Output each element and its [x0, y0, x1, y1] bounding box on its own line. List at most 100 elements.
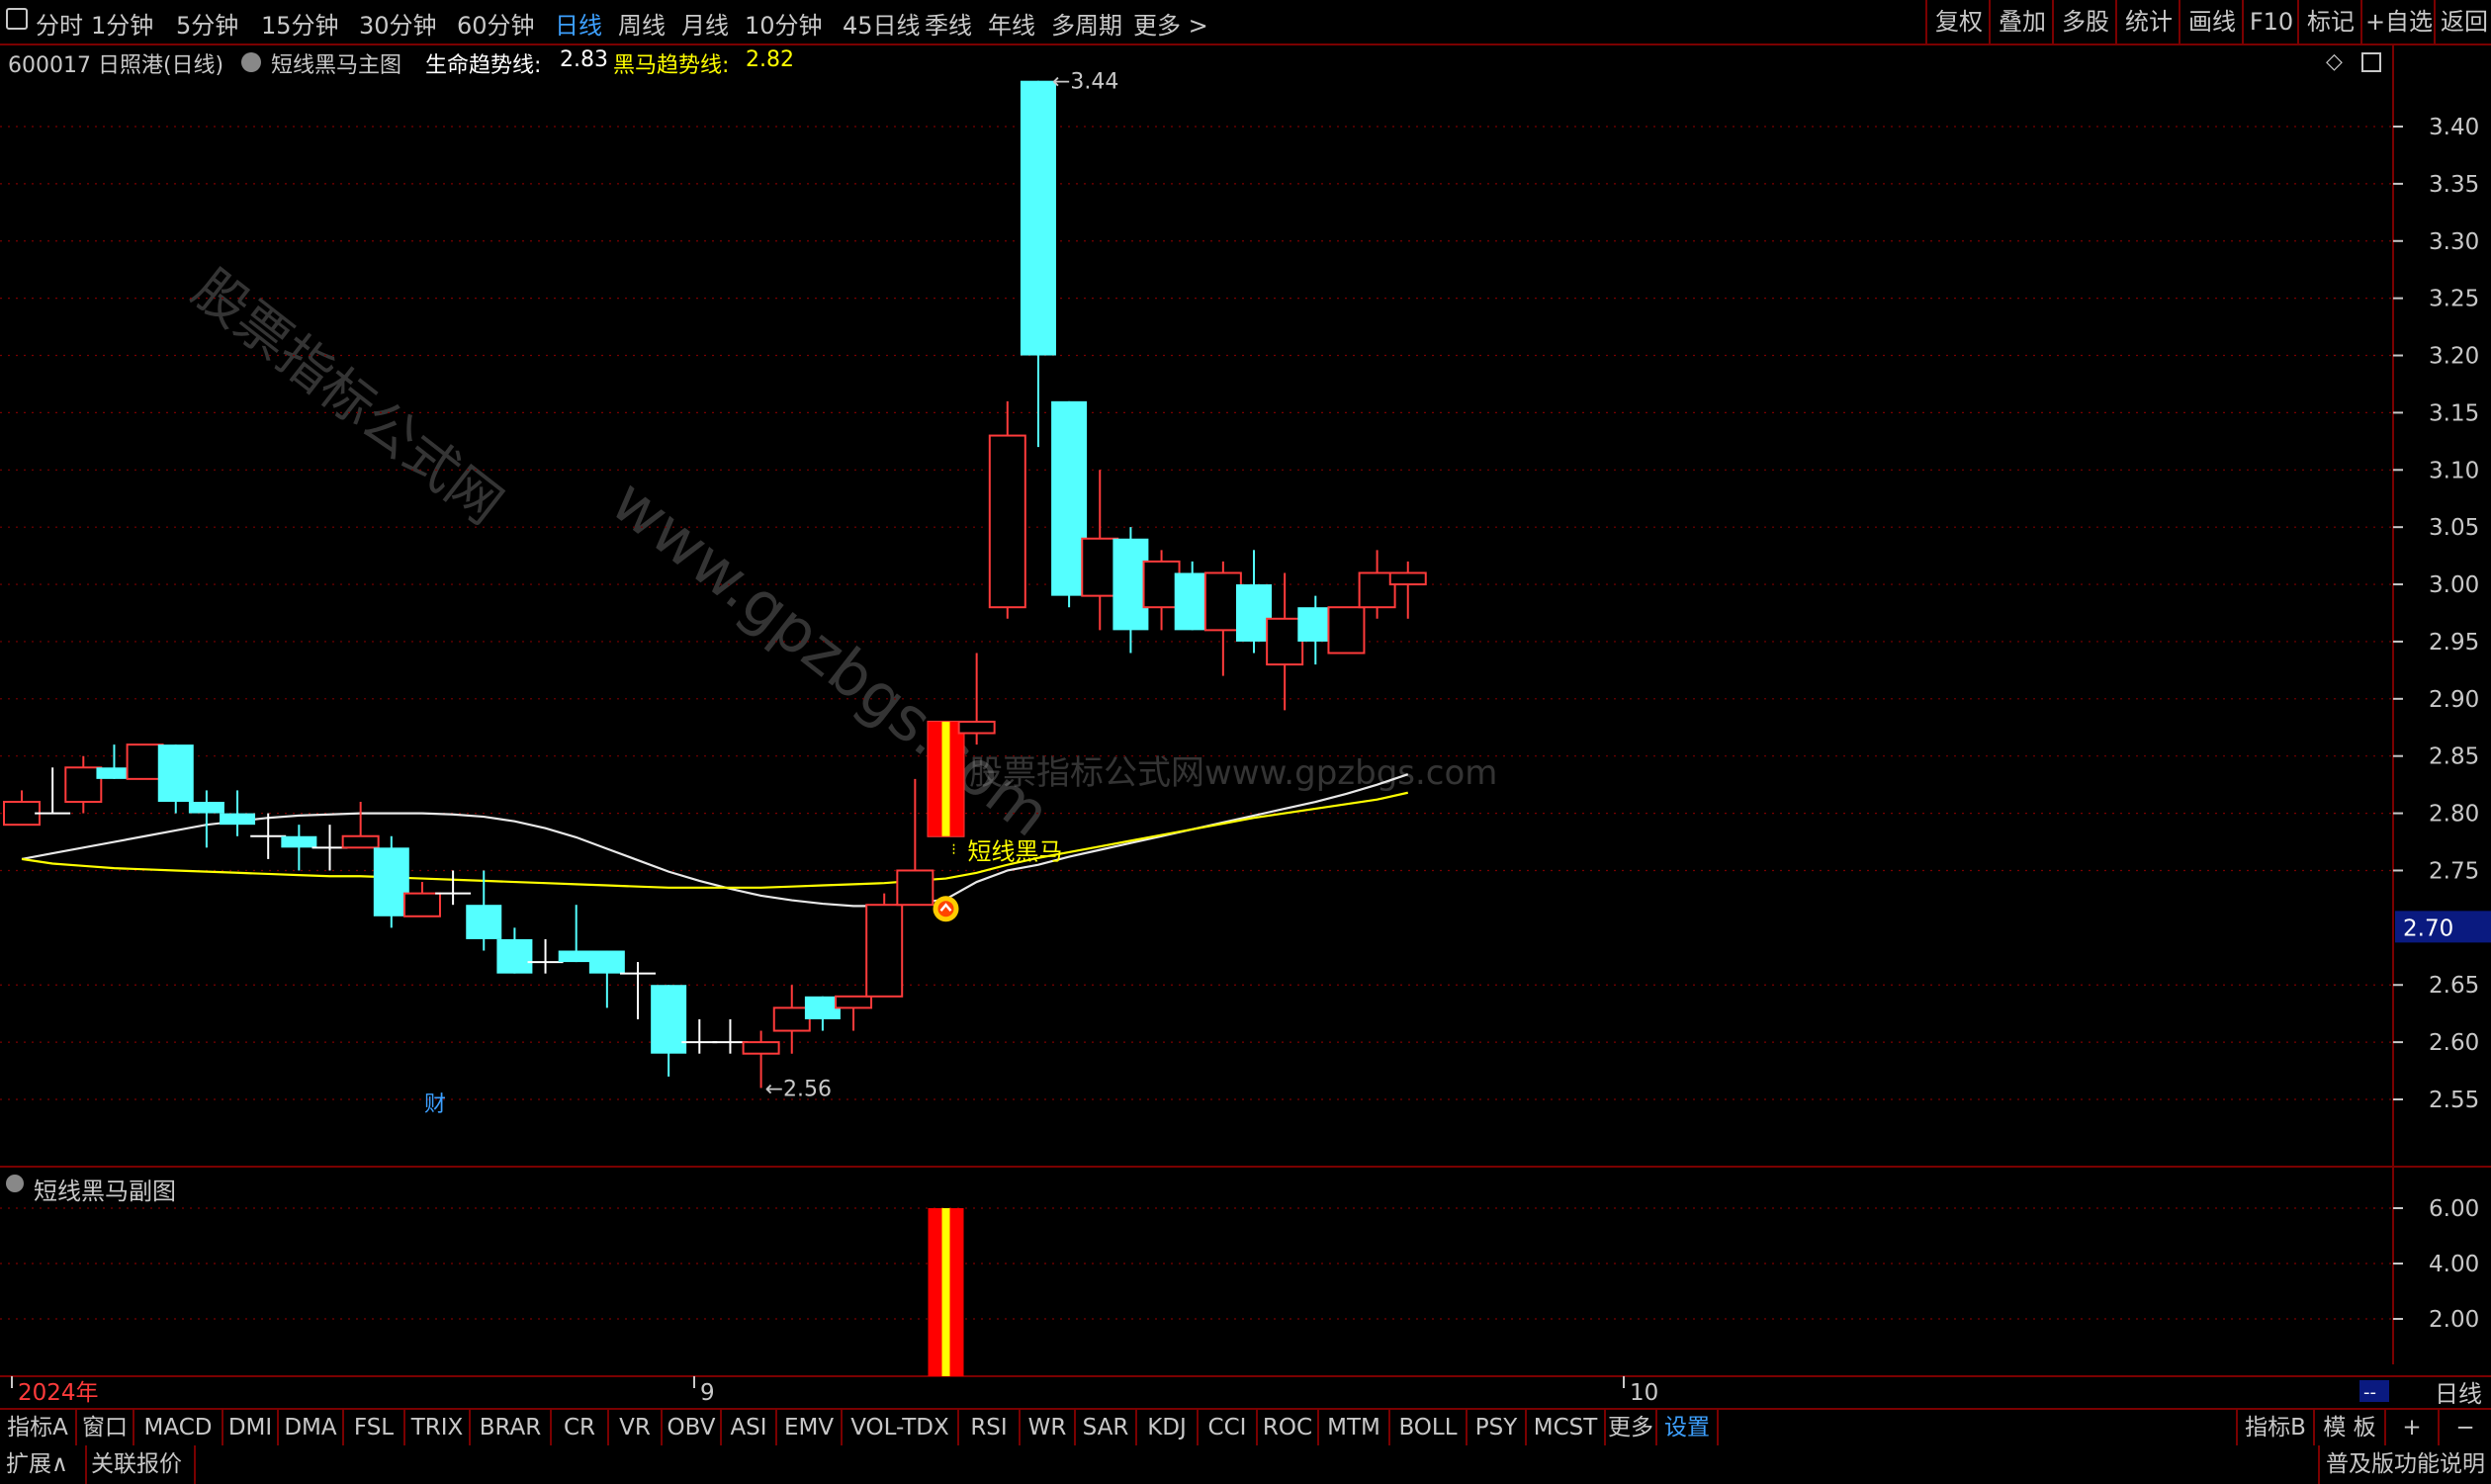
period-tab-3[interactable]: 15分钟	[261, 6, 339, 41]
candle-body	[772, 1006, 811, 1032]
indicator-tab-21[interactable]: BOLL	[1390, 1410, 1468, 1445]
toolbar-button-0[interactable]: 复权	[1925, 0, 1991, 44]
candle-body	[1020, 80, 1056, 356]
toolbar-button-8[interactable]: 返回	[2434, 0, 2491, 44]
candle	[835, 995, 873, 1031]
candle-body	[1388, 571, 1427, 586]
period-tab-10[interactable]: 45日线	[843, 6, 921, 41]
sub-tick-label: 2.00	[2429, 1307, 2479, 1333]
indicator-tab-9[interactable]: VR	[609, 1410, 663, 1445]
subchart-dropdown-icon[interactable]	[6, 1175, 24, 1192]
related-quotes-button[interactable]: 关联报价	[87, 1445, 196, 1484]
period-tab-4[interactable]: 30分钟	[359, 6, 437, 41]
period-tab-6[interactable]: 日线	[555, 6, 602, 41]
toolbar-button-2[interactable]: 多股	[2052, 0, 2117, 44]
candle	[220, 790, 256, 836]
edition-info[interactable]: 普及版功能说明	[2318, 1445, 2491, 1484]
indicator-tab-12[interactable]: EMV	[777, 1410, 843, 1445]
period-tab-9[interactable]: 10分钟	[745, 6, 823, 41]
candle	[681, 1018, 718, 1054]
indicator-tab-23[interactable]: MCST	[1527, 1410, 1606, 1445]
indicator-tab-11[interactable]: ASI	[722, 1410, 777, 1445]
candle-body	[281, 835, 317, 848]
current-price-label: 2.70	[2403, 916, 2453, 941]
candle-body	[188, 802, 224, 814]
price-tick-label: 3.20	[2429, 344, 2479, 370]
right-tab-3[interactable]: −	[2438, 1410, 2491, 1445]
expand-button[interactable]: 扩展∧	[0, 1445, 87, 1484]
period-tab-7[interactable]: 周线	[618, 6, 666, 41]
indicator-tab-17[interactable]: KDJ	[1137, 1410, 1199, 1445]
candle	[1327, 606, 1366, 655]
indicator-tab-18[interactable]: CCI	[1199, 1410, 1258, 1445]
indicator-tab-22[interactable]: PSY	[1468, 1410, 1527, 1445]
scroll-marker: --	[2363, 1382, 2376, 1403]
candle-body	[588, 950, 625, 974]
period-tab-2[interactable]: 5分钟	[176, 6, 238, 41]
price-tick-label: 3.40	[2429, 115, 2479, 140]
indicator-tab-20[interactable]: MTM	[1319, 1410, 1390, 1445]
candle	[1203, 561, 1242, 676]
toolbar-button-5[interactable]: F10	[2242, 0, 2299, 44]
toolbar-button-3[interactable]: 统计	[2115, 0, 2180, 44]
price-tick-label: 2.85	[2429, 744, 2479, 770]
candle	[496, 927, 533, 974]
right-tab-0[interactable]: 指标B	[2236, 1410, 2315, 1445]
period-tab-11[interactable]: 季线	[925, 6, 972, 41]
indicator-tab-5[interactable]: FSL	[344, 1410, 405, 1445]
right-tab-2[interactable]: +	[2384, 1410, 2440, 1445]
indicator-tab-3[interactable]: DMI	[223, 1410, 279, 1445]
candle	[1020, 80, 1056, 448]
period-tab-14[interactable]: 更多 >	[1133, 6, 1208, 41]
candle-body	[1266, 617, 1304, 666]
indicator-tab-15[interactable]: WR	[1021, 1410, 1076, 1445]
indicator-tab-1[interactable]: 窗口	[77, 1410, 134, 1445]
toolbar-button-4[interactable]: 画线	[2179, 0, 2244, 44]
date-label: 9	[700, 1380, 715, 1406]
candle	[927, 720, 965, 837]
candle-body	[1203, 571, 1242, 632]
sub-tick-label: 6.00	[2429, 1196, 2479, 1222]
toolbar-button-1[interactable]: 叠加	[1989, 0, 2054, 44]
kline-chart[interactable]: 3.40 3.35 3.30 3.25 3.20 3.15 3.10 3.05 3.00 2.95…	[0, 44, 2491, 1408]
date-label: 2024年	[18, 1380, 99, 1406]
price-tick-label: 3.35	[2429, 172, 2479, 198]
price-tick-label: 2.60	[2429, 1030, 2479, 1056]
right-tab-1[interactable]: 模 板	[2313, 1410, 2386, 1445]
period-tab-12[interactable]: 年线	[988, 6, 1035, 41]
subchart-title[interactable]: 短线黑马副图	[34, 1172, 176, 1206]
indicator-tab-24[interactable]: 更多	[1606, 1410, 1657, 1445]
candle-body	[957, 720, 996, 735]
candle	[64, 755, 103, 814]
period-tab-8[interactable]: 月线	[681, 6, 729, 41]
indicator-tab-16[interactable]: SAR	[1076, 1410, 1137, 1445]
period-tab-5[interactable]: 60分钟	[457, 6, 535, 41]
period-tab-0[interactable]: 分时	[36, 6, 83, 41]
candle	[126, 743, 164, 780]
layout-toggle-icon[interactable]	[6, 8, 28, 30]
indicator-tab-10[interactable]: OBV	[663, 1410, 722, 1445]
indicator-tab-13[interactable]: VOL-TDX	[843, 1410, 959, 1445]
indicator-tab-0[interactable]: 指标A	[0, 1410, 77, 1445]
indicator-tab-6[interactable]: TRIX	[405, 1410, 471, 1445]
candle-body	[835, 995, 873, 1009]
period-toolbar: 分时 1分钟 5分钟 15分钟 30分钟 60分钟 日线 周线 月线 10分钟 45日线 季线 年线 多周…	[0, 0, 2491, 45]
toolbar-button-6[interactable]: 标记	[2297, 0, 2362, 44]
indicator-tab-4[interactable]: DMA	[279, 1410, 344, 1445]
indicator-tab-2[interactable]: MACD	[134, 1410, 223, 1445]
signal-bar-stripe	[941, 1208, 950, 1376]
indicator-tab-7[interactable]: BRAR	[471, 1410, 552, 1445]
period-tab-1[interactable]: 1分钟	[91, 6, 153, 41]
candle-body	[402, 892, 441, 917]
indicator-tab-14[interactable]: RSI	[959, 1410, 1021, 1445]
candle-body	[64, 766, 103, 804]
period-tab-13[interactable]: 多周期	[1051, 6, 1122, 41]
candle-body	[220, 813, 256, 826]
toolbar-button-7[interactable]: +自选	[2360, 0, 2436, 44]
price-tick-label: 3.15	[2429, 400, 2479, 426]
candle	[466, 870, 502, 951]
indicator-tab-8[interactable]: CR	[552, 1410, 609, 1445]
indicator-tab-19[interactable]: ROC	[1258, 1410, 1319, 1445]
indicator-tab-25[interactable]: 设置	[1657, 1410, 1719, 1445]
price-tick-label: 2.90	[2429, 687, 2479, 713]
